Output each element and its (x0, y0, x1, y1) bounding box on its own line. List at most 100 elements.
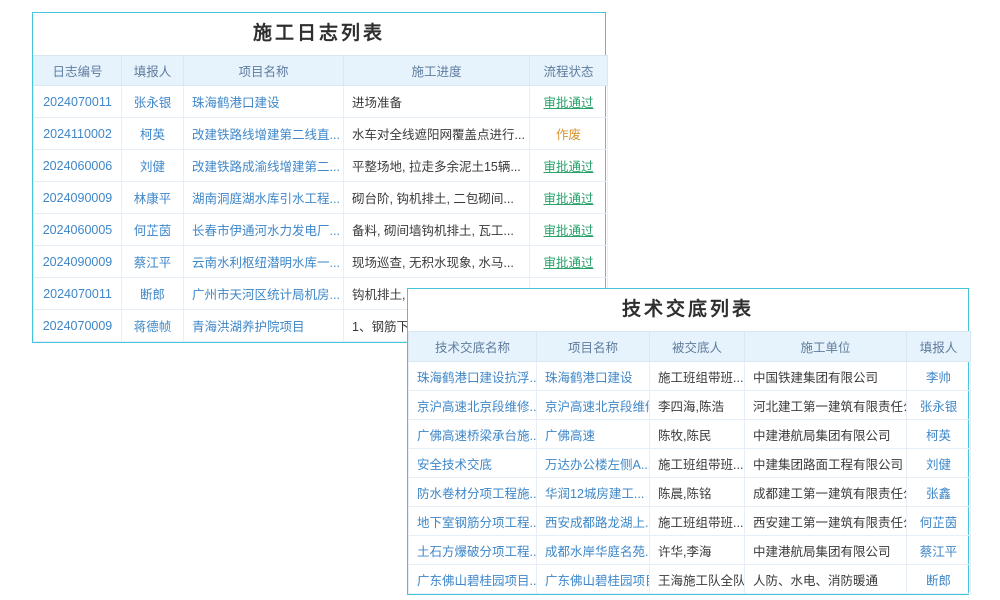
project-name-cell[interactable]: 广东佛山碧桂园项目 (537, 565, 650, 594)
disclosed-person-cell: 施工班组带班... (650, 507, 745, 536)
project-name-cell[interactable]: 改建铁路成渝线增建第二... (184, 150, 344, 182)
table-row: 地下室钢筋分项工程...西安成都路龙湖上...施工班组带班...西安建工第一建筑… (409, 507, 971, 536)
column-header: 项目名称 (184, 56, 344, 86)
disclosure-name-cell[interactable]: 地下室钢筋分项工程... (409, 507, 537, 536)
table-row: 2024090009林康平湖南洞庭湖水库引水工程...砌台阶, 钩机排土, 二包… (34, 182, 608, 214)
table-row: 2024060005何芷茵长春市伊通河水力发电厂...备料, 砌间墙钩机排土, … (34, 214, 608, 246)
log-panel-title: 施工日志列表 (33, 13, 605, 55)
disclosure-name-cell[interactable]: 广佛高速桥梁承台施... (409, 420, 537, 449)
column-header: 项目名称 (537, 332, 650, 362)
disclosed-person-cell: 陈晨,陈铭 (650, 478, 745, 507)
table-row: 2024060006刘健改建铁路成渝线增建第二...平整场地, 拉走多余泥土15… (34, 150, 608, 182)
column-header: 填报人 (907, 332, 971, 362)
disclosed-person-cell: 施工班组带班... (650, 449, 745, 478)
project-name-cell[interactable]: 广州市天河区统计局机房... (184, 278, 344, 310)
construction-unit-cell: 中建港航局集团有限公司 (745, 420, 907, 449)
project-name-cell[interactable]: 珠海鹤港口建设 (537, 362, 650, 391)
construction-unit-cell: 中建港航局集团有限公司 (745, 536, 907, 565)
reporter-cell[interactable]: 李帅 (907, 362, 971, 391)
table-row: 广东佛山碧桂园项目...广东佛山碧桂园项目王海施工队全队人防、水电、消防暖通断郎 (409, 565, 971, 594)
disclosure-table-header-row: 技术交底名称项目名称被交底人施工单位填报人 (409, 332, 971, 362)
log-id-cell[interactable]: 2024070011 (34, 278, 122, 310)
reporter-cell[interactable]: 刘健 (122, 150, 184, 182)
column-header: 被交底人 (650, 332, 745, 362)
disclosure-name-cell[interactable]: 防水卷材分项工程施... (409, 478, 537, 507)
table-row: 广佛高速桥梁承台施...广佛高速陈牧,陈民中建港航局集团有限公司柯英 (409, 420, 971, 449)
reporter-cell[interactable]: 张永银 (907, 391, 971, 420)
log-id-cell[interactable]: 2024110002 (34, 118, 122, 150)
reporter-cell[interactable]: 张鑫 (907, 478, 971, 507)
project-name-cell[interactable]: 云南水利枢纽潜明水库一... (184, 246, 344, 278)
tech-disclosure-table: 技术交底名称项目名称被交底人施工单位填报人 珠海鹤港口建设抗浮...珠海鹤港口建… (408, 331, 971, 594)
progress-cell: 现场巡查, 无积水现象, 水马... (344, 246, 530, 278)
construction-unit-cell: 人防、水电、消防暖通 (745, 565, 907, 594)
project-name-cell[interactable]: 湖南洞庭湖水库引水工程... (184, 182, 344, 214)
disclosed-person-cell: 李四海,陈浩 (650, 391, 745, 420)
status-cell[interactable]: 审批通过 (530, 214, 608, 246)
disclosure-name-cell[interactable]: 广东佛山碧桂园项目... (409, 565, 537, 594)
reporter-cell[interactable]: 蒋德帧 (122, 310, 184, 342)
disclosed-person-cell: 王海施工队全队 (650, 565, 745, 594)
disclosure-name-cell[interactable]: 珠海鹤港口建设抗浮... (409, 362, 537, 391)
project-name-cell[interactable]: 华润12城房建工... (537, 478, 650, 507)
disclosure-panel-title: 技术交底列表 (408, 289, 968, 331)
reporter-cell[interactable]: 蔡江平 (122, 246, 184, 278)
table-row: 土石方爆破分项工程...成都水岸华庭名苑...许华,李海中建港航局集团有限公司蔡… (409, 536, 971, 565)
project-name-cell[interactable]: 京沪高速北京段维修 (537, 391, 650, 420)
project-name-cell[interactable]: 青海洪湖养护院项目 (184, 310, 344, 342)
progress-cell: 备料, 砌间墙钩机排土, 瓦工... (344, 214, 530, 246)
construction-unit-cell: 西安建工第一建筑有限责任公司 (745, 507, 907, 536)
table-row: 2024090009蔡江平云南水利枢纽潜明水库一...现场巡查, 无积水现象, … (34, 246, 608, 278)
project-name-cell[interactable]: 成都水岸华庭名苑... (537, 536, 650, 565)
column-header: 施工进度 (344, 56, 530, 86)
reporter-cell[interactable]: 柯英 (907, 420, 971, 449)
log-id-cell[interactable]: 2024090009 (34, 182, 122, 214)
disclosure-name-cell[interactable]: 土石方爆破分项工程... (409, 536, 537, 565)
reporter-cell[interactable]: 林康平 (122, 182, 184, 214)
reporter-cell[interactable]: 张永银 (122, 86, 184, 118)
project-name-cell[interactable]: 长春市伊通河水力发电厂... (184, 214, 344, 246)
reporter-cell[interactable]: 刘健 (907, 449, 971, 478)
progress-cell: 水车对全线遮阳网覆盖点进行... (344, 118, 530, 150)
project-name-cell[interactable]: 广佛高速 (537, 420, 650, 449)
disclosure-name-cell[interactable]: 安全技术交底 (409, 449, 537, 478)
log-id-cell[interactable]: 2024090009 (34, 246, 122, 278)
construction-unit-cell: 中国铁建集团有限公司 (745, 362, 907, 391)
reporter-cell[interactable]: 柯英 (122, 118, 184, 150)
log-id-cell[interactable]: 2024060006 (34, 150, 122, 182)
reporter-cell[interactable]: 蔡江平 (907, 536, 971, 565)
table-row: 2024070011张永银珠海鹤港口建设进场准备审批通过 (34, 86, 608, 118)
reporter-cell[interactable]: 断郎 (122, 278, 184, 310)
disclosed-person-cell: 陈牧,陈民 (650, 420, 745, 449)
project-name-cell[interactable]: 万达办公楼左侧A... (537, 449, 650, 478)
project-name-cell[interactable]: 珠海鹤港口建设 (184, 86, 344, 118)
disclosed-person-cell: 施工班组带班... (650, 362, 745, 391)
status-cell[interactable]: 审批通过 (530, 150, 608, 182)
status-cell[interactable]: 作废 (530, 118, 608, 150)
status-cell[interactable]: 审批通过 (530, 182, 608, 214)
column-header: 日志编号 (34, 56, 122, 86)
reporter-cell[interactable]: 何芷茵 (122, 214, 184, 246)
reporter-cell[interactable]: 何芷茵 (907, 507, 971, 536)
column-header: 施工单位 (745, 332, 907, 362)
project-name-cell[interactable]: 西安成都路龙湖上... (537, 507, 650, 536)
log-id-cell[interactable]: 2024070011 (34, 86, 122, 118)
project-name-cell[interactable]: 改建铁路线增建第二线直... (184, 118, 344, 150)
disclosed-person-cell: 许华,李海 (650, 536, 745, 565)
log-id-cell[interactable]: 2024060005 (34, 214, 122, 246)
status-cell[interactable]: 审批通过 (530, 246, 608, 278)
disclosure-name-cell[interactable]: 京沪高速北京段维修... (409, 391, 537, 420)
table-row: 防水卷材分项工程施...华润12城房建工...陈晨,陈铭成都建工第一建筑有限责任… (409, 478, 971, 507)
log-id-cell[interactable]: 2024070009 (34, 310, 122, 342)
disclosure-table-body: 珠海鹤港口建设抗浮...珠海鹤港口建设施工班组带班...中国铁建集团有限公司李帅… (409, 362, 971, 594)
progress-cell: 平整场地, 拉走多余泥土15辆... (344, 150, 530, 182)
tech-disclosure-panel: 技术交底列表 技术交底名称项目名称被交底人施工单位填报人 珠海鹤港口建设抗浮..… (407, 288, 969, 595)
construction-unit-cell: 中建集团路面工程有限公司 (745, 449, 907, 478)
progress-cell: 砌台阶, 钩机排土, 二包砌间... (344, 182, 530, 214)
column-header: 填报人 (122, 56, 184, 86)
progress-cell: 进场准备 (344, 86, 530, 118)
status-cell[interactable]: 审批通过 (530, 86, 608, 118)
construction-unit-cell: 成都建工第一建筑有限责任公司 (745, 478, 907, 507)
construction-unit-cell: 河北建工第一建筑有限责任公司 (745, 391, 907, 420)
reporter-cell[interactable]: 断郎 (907, 565, 971, 594)
